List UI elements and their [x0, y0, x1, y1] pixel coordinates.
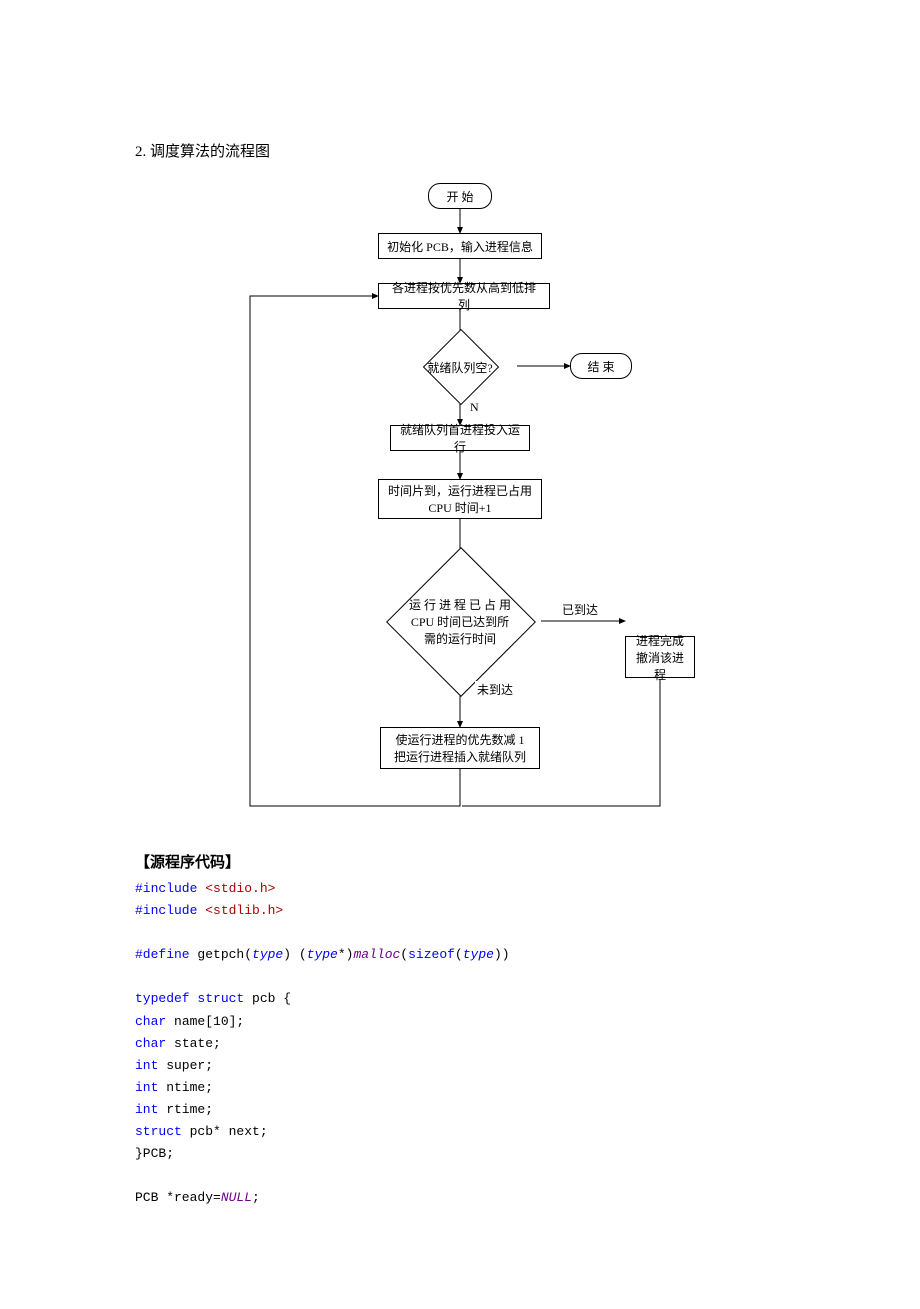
section-title: 2. 调度算法的流程图 [135, 140, 785, 161]
t: ) ( [283, 947, 306, 962]
flow-label-not: 未到达 [475, 681, 515, 698]
code-line: char state; [135, 1033, 785, 1055]
flow-decrement: 使运行进程的优先数减 1 把运行进程插入就绪队列 [380, 727, 540, 769]
t: type [252, 947, 283, 962]
t: PCB *ready= [135, 1190, 221, 1205]
code-line [135, 922, 785, 944]
flow-complete: 进程完成 撤消该进程 [625, 636, 695, 678]
t: type [463, 947, 494, 962]
source-code: #include <stdio.h> #include <stdlib.h> #… [135, 878, 785, 1209]
code-line: }PCB; [135, 1143, 785, 1165]
flow-init: 初始化 PCB，输入进程信息 [378, 233, 542, 259]
code-line [135, 966, 785, 988]
flow-end: 结 束 [570, 353, 632, 379]
flow-start-label: 开 始 [446, 188, 473, 205]
t: #include [135, 881, 197, 896]
source-code-title: 【源程序代码】 [135, 851, 785, 872]
t: rtime; [158, 1102, 213, 1117]
t: state; [166, 1036, 221, 1051]
flow-end-label: 结 束 [587, 358, 614, 375]
code-line: struct pcb* next; [135, 1121, 785, 1143]
code-line: int ntime; [135, 1077, 785, 1099]
code-line: PCB *ready=NULL; [135, 1187, 785, 1209]
t: getpch( [190, 947, 252, 962]
code-line: #include <stdlib.h> [135, 900, 785, 922]
t: #include [135, 903, 197, 918]
t: int [135, 1058, 158, 1073]
t: pcb { [244, 991, 291, 1006]
flow-start: 开 始 [428, 183, 492, 209]
t: pcb* next; [182, 1124, 268, 1139]
t: int [135, 1102, 158, 1117]
code-line: #define getpch(type) (type*)malloc(sizeo… [135, 944, 785, 966]
t: malloc [353, 947, 400, 962]
t: }PCB; [135, 1146, 174, 1161]
flow-decision-empty [423, 329, 499, 405]
code-line: int rtime; [135, 1099, 785, 1121]
flow-label-n: N [468, 400, 481, 415]
code-line: #include <stdio.h> [135, 878, 785, 900]
t: )) [494, 947, 510, 962]
flow-timeslice: 时间片到，运行进程已占用 CPU 时间+1 [378, 479, 542, 519]
t: char [135, 1036, 166, 1051]
flow-sort: 各进程按优先数从高到低排列 [378, 283, 550, 309]
flow-run-first-label: 就绪队列首进程投入运行 [399, 421, 521, 455]
t: *) [338, 947, 354, 962]
code-line: char name[10]; [135, 1011, 785, 1033]
t: struct [135, 1124, 182, 1139]
t: NULL [221, 1190, 252, 1205]
t: name[10]; [166, 1014, 244, 1029]
t: type [307, 947, 338, 962]
flow-decrement-label: 使运行进程的优先数减 1 把运行进程插入就绪队列 [394, 731, 526, 765]
flow-sort-label: 各进程按优先数从高到低排列 [387, 279, 541, 313]
t: struct [190, 991, 245, 1006]
flow-init-label: 初始化 PCB，输入进程信息 [387, 238, 533, 255]
t: ( [455, 947, 463, 962]
t: #define [135, 947, 190, 962]
t: super; [158, 1058, 213, 1073]
t: <stdlib.h> [197, 903, 283, 918]
code-line: int super; [135, 1055, 785, 1077]
t: typedef [135, 991, 190, 1006]
t: sizeof [408, 947, 455, 962]
flow-timeslice-label: 时间片到，运行进程已占用 CPU 时间+1 [388, 482, 532, 516]
t: ntime; [158, 1080, 213, 1095]
t: int [135, 1080, 158, 1095]
t: char [135, 1014, 166, 1029]
flow-decision-check [386, 547, 536, 697]
t: ; [252, 1190, 260, 1205]
flow-label-reached: 已到达 [560, 601, 600, 618]
t: <stdio.h> [197, 881, 275, 896]
code-line [135, 1165, 785, 1187]
t: ( [400, 947, 408, 962]
flow-run-first: 就绪队列首进程投入运行 [390, 425, 530, 451]
code-line: typedef struct pcb { [135, 988, 785, 1010]
flow-complete-label: 进程完成 撤消该进程 [634, 632, 686, 683]
flowchart: 开 始 初始化 PCB，输入进程信息 各进程按优先数从高到低排列 就绪队列空? … [230, 181, 690, 821]
